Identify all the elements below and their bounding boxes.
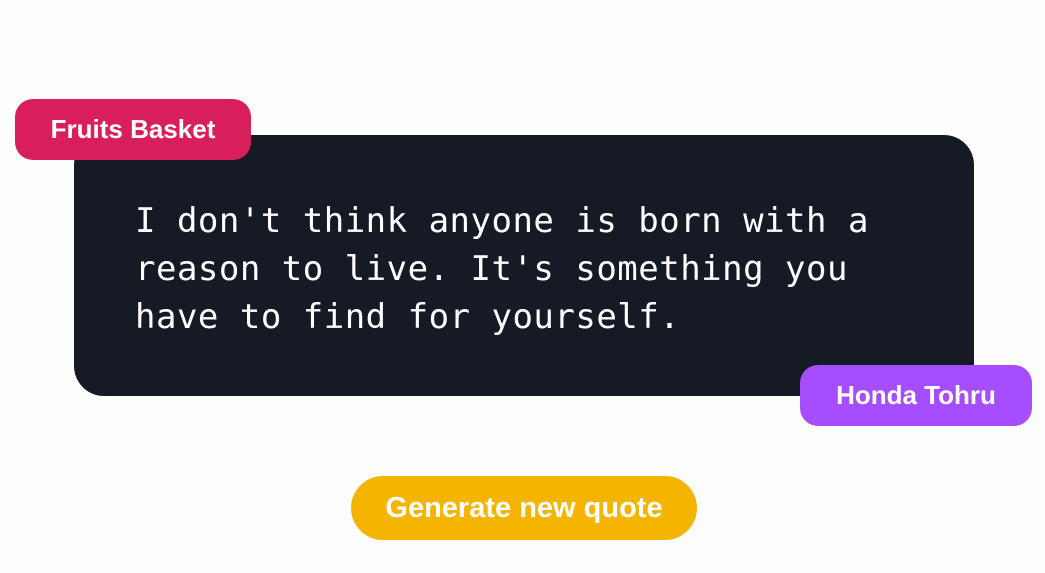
- quote-text: I don't think anyone is born with a reas…: [135, 201, 869, 337]
- character-name-badge: Honda Tohru: [800, 365, 1032, 426]
- generate-quote-button[interactable]: Generate new quote: [351, 476, 697, 540]
- anime-title-badge: Fruits Basket: [15, 99, 251, 160]
- quote-card: I don't think anyone is born with a reas…: [74, 135, 974, 396]
